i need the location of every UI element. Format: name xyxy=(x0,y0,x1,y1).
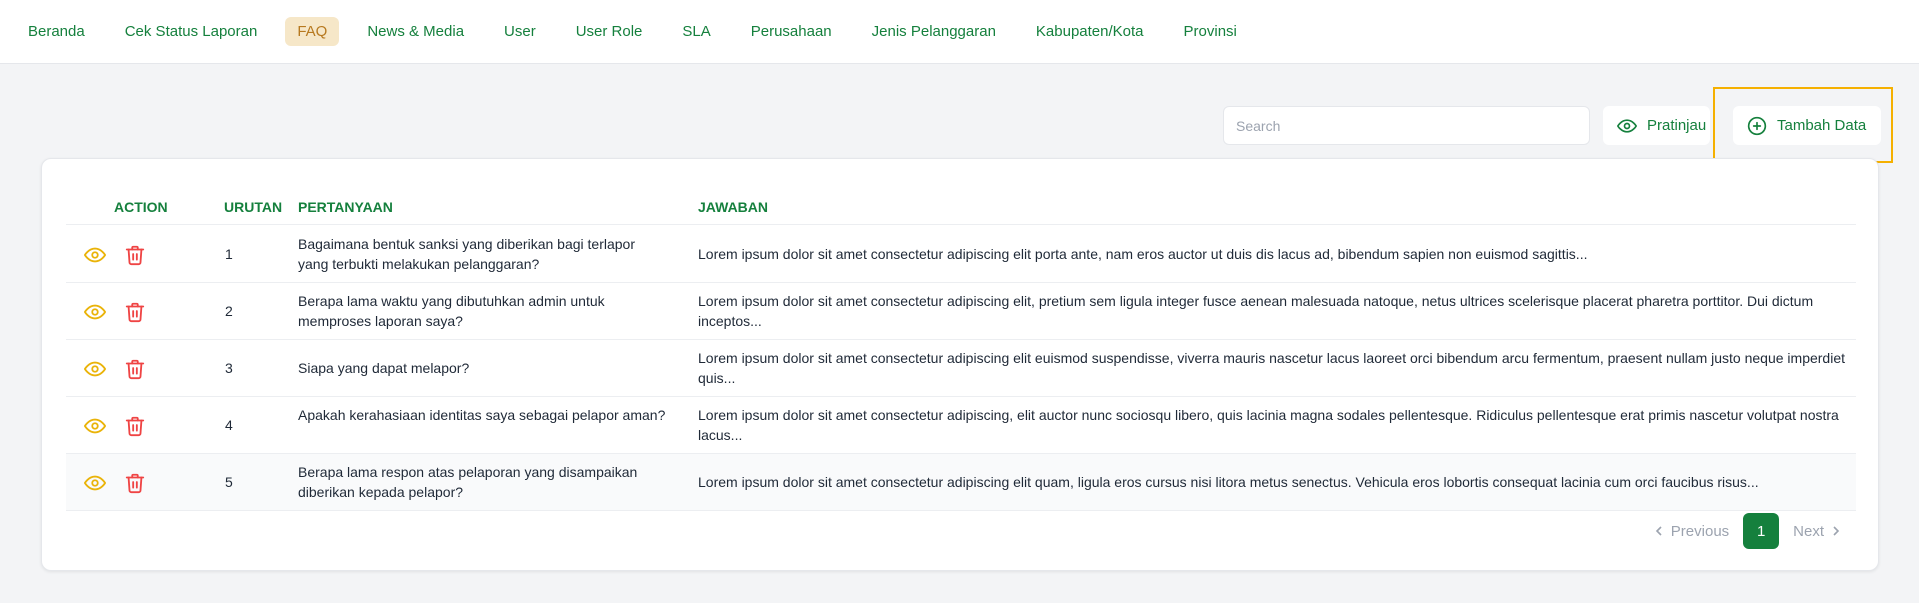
row-answer: Lorem ipsum dolor sit amet consectetur a… xyxy=(698,350,1845,386)
previous-page-button[interactable]: Previous xyxy=(1653,523,1729,540)
table-row: 5 Berapa lama respon atas pelaporan yang… xyxy=(66,454,1856,511)
plus-circle-icon xyxy=(1747,116,1767,135)
view-button[interactable] xyxy=(84,472,106,494)
nav-item-user[interactable]: User xyxy=(492,17,548,46)
faq-table-card: ACTION URUTAN PERTANYAAN JAWABAN 1 Bagai… xyxy=(41,158,1879,571)
trash-icon xyxy=(125,245,145,266)
trash-icon xyxy=(125,416,145,437)
header-urutan: URUTAN xyxy=(224,199,283,215)
next-label: Next xyxy=(1793,522,1824,540)
nav-item-news-media[interactable]: News & Media xyxy=(355,17,476,46)
view-button[interactable] xyxy=(84,358,106,380)
eye-icon xyxy=(1617,118,1637,133)
row-answer: Lorem ipsum dolor sit amet consectetur a… xyxy=(698,407,1839,443)
chevron-left-icon xyxy=(1655,526,1662,536)
top-navigation: Beranda Cek Status Laporan FAQ News & Me… xyxy=(0,0,1919,64)
view-button[interactable] xyxy=(84,244,106,266)
row-number: 5 xyxy=(225,474,233,490)
nav-item-sla[interactable]: SLA xyxy=(670,17,722,46)
nav-item-cek-status-laporan[interactable]: Cek Status Laporan xyxy=(113,17,270,46)
nav-item-faq[interactable]: FAQ xyxy=(285,17,340,46)
nav-item-perusahaan[interactable]: Perusahaan xyxy=(739,17,844,46)
row-number: 4 xyxy=(225,417,233,433)
row-question: Siapa yang dapat melapor? xyxy=(298,360,470,376)
nav-item-beranda[interactable]: Beranda xyxy=(16,17,97,46)
row-answer: Lorem ipsum dolor sit amet consectetur a… xyxy=(698,474,1759,490)
table-row: 2 Berapa lama waktu yang dibutuhkan admi… xyxy=(66,283,1856,340)
row-question: Bagaimana bentuk sanksi yang diberikan b… xyxy=(298,236,635,272)
delete-button[interactable] xyxy=(124,358,146,380)
search-input[interactable] xyxy=(1223,106,1590,145)
row-number: 2 xyxy=(225,303,233,319)
table-row: 1 Bagaimana bentuk sanksi yang diberikan… xyxy=(66,226,1856,283)
row-number: 1 xyxy=(225,246,233,262)
eye-icon xyxy=(84,304,106,320)
nav-item-jenis-pelanggaran[interactable]: Jenis Pelanggaran xyxy=(860,17,1008,46)
eye-icon xyxy=(84,361,106,377)
header-jawaban: JAWABAN xyxy=(698,199,769,215)
next-page-button[interactable]: Next xyxy=(1793,523,1842,540)
delete-button[interactable] xyxy=(124,301,146,323)
row-question: Berapa lama waktu yang dibutuhkan admin … xyxy=(298,293,605,329)
row-question: Apakah kerahasiaan identitas saya sebaga… xyxy=(298,407,666,423)
row-question: Berapa lama respon atas pelaporan yang d… xyxy=(298,464,638,500)
eye-icon xyxy=(84,475,106,491)
add-data-button-label: Tambah Data xyxy=(1777,117,1867,134)
table-header: ACTION URUTAN PERTANYAAN JAWABAN xyxy=(66,191,1856,225)
trash-icon xyxy=(125,473,145,494)
nav-item-user-role[interactable]: User Role xyxy=(564,17,655,46)
page-number-current[interactable]: 1 xyxy=(1743,513,1780,549)
preview-button[interactable]: Pratinjau xyxy=(1603,106,1710,145)
delete-button[interactable] xyxy=(124,472,146,494)
preview-button-label: Pratinjau xyxy=(1647,117,1707,134)
view-button[interactable] xyxy=(84,415,106,437)
header-action: ACTION xyxy=(114,199,168,215)
previous-label: Previous xyxy=(1670,522,1730,540)
nav-item-provinsi[interactable]: Provinsi xyxy=(1172,17,1249,46)
row-answer: Lorem ipsum dolor sit amet consectetur a… xyxy=(698,246,1588,262)
table-row: 3 Siapa yang dapat melapor? Lorem ipsum … xyxy=(66,340,1856,397)
row-answer: Lorem ipsum dolor sit amet consectetur a… xyxy=(698,293,1814,329)
chevron-right-icon xyxy=(1833,526,1840,536)
add-data-button[interactable]: Tambah Data xyxy=(1733,106,1881,145)
pagination: Previous 1 Next xyxy=(1653,513,1842,549)
delete-button[interactable] xyxy=(124,244,146,266)
table-row: 4 Apakah kerahasiaan identitas saya seba… xyxy=(66,397,1856,454)
trash-icon xyxy=(125,302,145,323)
view-button[interactable] xyxy=(84,301,106,323)
trash-icon xyxy=(125,359,145,380)
header-pertanyaan: PERTANYAAN xyxy=(298,199,393,215)
nav-item-kabupaten-kota[interactable]: Kabupaten/Kota xyxy=(1024,17,1156,46)
delete-button[interactable] xyxy=(124,415,146,437)
eye-icon xyxy=(84,418,106,434)
row-number: 3 xyxy=(225,360,233,376)
eye-icon xyxy=(84,247,106,263)
